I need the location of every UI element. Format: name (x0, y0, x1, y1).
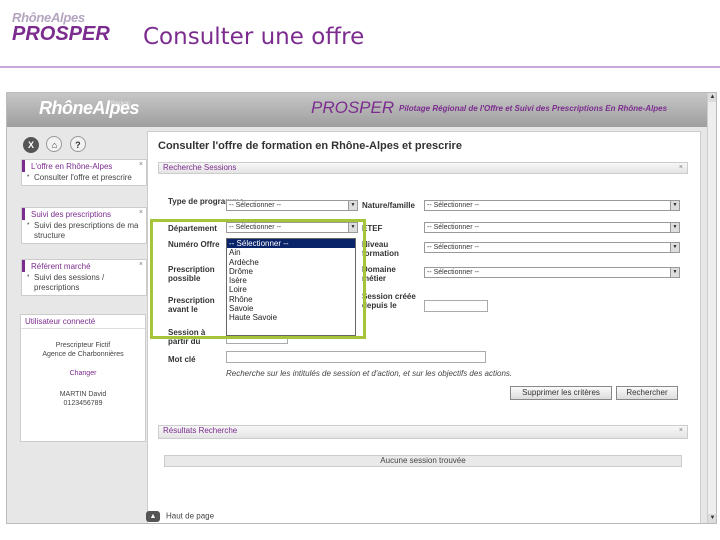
change-user-link[interactable]: Changer (21, 369, 145, 378)
no-results-row: Aucune session trouvée (164, 455, 682, 467)
select-type-programme[interactable]: -- Sélectionner -- ▼ (226, 200, 358, 211)
sidebar-box-offre: L'offre en Rhône-Alpes × Consulter l'off… (21, 159, 147, 186)
user-person: MARTIN David (59, 391, 107, 398)
dropdown-option[interactable]: -- Sélectionner -- (227, 239, 355, 249)
user-box-title: Utilisateur connecté (21, 315, 145, 329)
collapse-icon[interactable]: × (139, 209, 143, 216)
prosper-banner-title: PROSPER (311, 98, 395, 117)
dropdown-option[interactable]: Drôme (227, 267, 355, 276)
dropdown-option[interactable]: Rhône (227, 295, 355, 304)
sidebar-item-suivi-prescriptions[interactable]: Suivi des prescriptions de ma structure (22, 220, 146, 243)
label-domaine-metier: Domaine métier (362, 265, 396, 283)
select-domaine-metier[interactable]: -- Sélectionner -- ▼ (424, 267, 680, 278)
panel-close-icon[interactable]: × (679, 163, 683, 173)
scroll-down-icon[interactable]: ▼ (708, 514, 716, 523)
dropdown-option[interactable]: Haute Savoie (227, 313, 355, 322)
dropdown-option[interactable]: Ain (227, 248, 355, 257)
label-nature-famille: Nature/famille (362, 201, 415, 210)
label-session-creee: Session créée depuis le (362, 292, 416, 310)
prosper-logo: RhôneAlpes PROSPER (12, 10, 110, 46)
label-mot-cle: Mot clé (168, 355, 196, 364)
user-name: Prescripteur Fictif (55, 342, 111, 349)
select-etef[interactable]: -- Sélectionner -- ▼ (424, 222, 680, 233)
chevron-down-icon[interactable]: ▼ (670, 223, 679, 232)
sidebar-item-consulter-offre[interactable]: Consulter l'offre et prescrire (22, 172, 146, 185)
departement-dropdown-list[interactable]: -- Sélectionner -- Ain Ardèche Drôme Isè… (226, 238, 356, 336)
chevron-down-icon[interactable]: ▼ (670, 243, 679, 252)
results-panel-header[interactable]: Résultats Recherche × (158, 425, 688, 439)
dropdown-option[interactable]: Savoie (227, 304, 355, 313)
logo-prosper-text: PROSPER (12, 23, 110, 45)
chevron-down-icon[interactable]: ▼ (670, 201, 679, 210)
collapse-icon[interactable]: × (139, 261, 143, 268)
sidebar-title-suivi: Suivi des prescriptions × (22, 208, 146, 220)
region-sub-label: Région (111, 101, 131, 107)
label-session-partir: Session à partir du (168, 328, 206, 346)
app-banner: RhôneAlpes Région PROSPER Pilotage Régio… (7, 93, 710, 127)
chevron-down-icon[interactable]: ▼ (348, 223, 357, 232)
chevron-down-icon[interactable]: ▼ (348, 201, 357, 210)
search-panel-header[interactable]: Recherche Sessions × (158, 162, 688, 174)
user-box: Utilisateur connecté Prescripteur Fictif… (20, 314, 146, 442)
dropdown-option[interactable]: Isère (227, 276, 355, 285)
chevron-down-icon[interactable]: ▼ (670, 268, 679, 277)
label-prescription-avant: Prescription avant le (168, 296, 215, 314)
label-prescription-possible: Prescription possible (168, 265, 215, 283)
select-niveau-formation[interactable]: -- Sélectionner -- ▼ (424, 242, 680, 253)
page-title: Consulter l'offre de formation en Rhône-… (158, 140, 462, 152)
panel-close-icon[interactable]: × (679, 426, 683, 436)
sidebar-box-referent: Référent marché × Suivi des sessions / p… (21, 259, 147, 296)
search-button[interactable]: Rechercher (616, 386, 678, 400)
sidebar-item-suivi-sessions[interactable]: Suivi des sessions / prescriptions (22, 272, 146, 295)
session-created-input[interactable] (424, 300, 488, 312)
label-departement: Département (168, 224, 217, 233)
scroll-up-icon[interactable]: ▲ (708, 93, 716, 102)
slide-title: Consulter une offre (143, 24, 365, 50)
sidebar-title-offre: L'offre en Rhône-Alpes × (22, 160, 146, 172)
prosper-tagline: Pilotage Régional de l'Offre et Suivi de… (399, 104, 668, 113)
search-hint: Recherche sur les intitulés de session e… (226, 369, 513, 378)
close-icon[interactable]: X (23, 137, 39, 153)
sidebar-box-suivi: Suivi des prescriptions × Suivi des pres… (21, 207, 147, 244)
back-to-top[interactable]: ▲ Haut de page (146, 511, 214, 522)
vertical-scrollbar[interactable]: ▲ ▼ (707, 93, 716, 523)
slide-header: RhôneAlpes PROSPER Consulter une offre (0, 0, 720, 68)
keyword-input[interactable] (226, 351, 486, 363)
collapse-icon[interactable]: × (139, 161, 143, 168)
clear-criteria-button[interactable]: Supprimer les critères (510, 386, 612, 400)
user-phone: 0123456789 (63, 400, 103, 407)
label-etef: ETEF (362, 224, 383, 233)
sidebar-title-referent: Référent marché × (22, 260, 146, 272)
help-icon[interactable]: ? (69, 136, 86, 152)
arrow-up-icon: ▲ (146, 511, 160, 522)
dropdown-option[interactable]: Ardèche (227, 258, 355, 267)
home-icon[interactable]: ⌂ (46, 136, 63, 152)
toolbar-icons: X ⌂ ? (23, 135, 89, 153)
label-niveau-formation: Niveau formation (362, 240, 399, 258)
select-nature-famille[interactable]: -- Sélectionner -- ▼ (424, 200, 680, 211)
dropdown-option[interactable]: Loire (227, 285, 355, 294)
user-org: Agence de Charbonnières (42, 351, 124, 358)
select-departement[interactable]: -- Sélectionner -- ▼ (226, 222, 358, 233)
label-numero-offre: Numéro Offre (168, 240, 220, 249)
